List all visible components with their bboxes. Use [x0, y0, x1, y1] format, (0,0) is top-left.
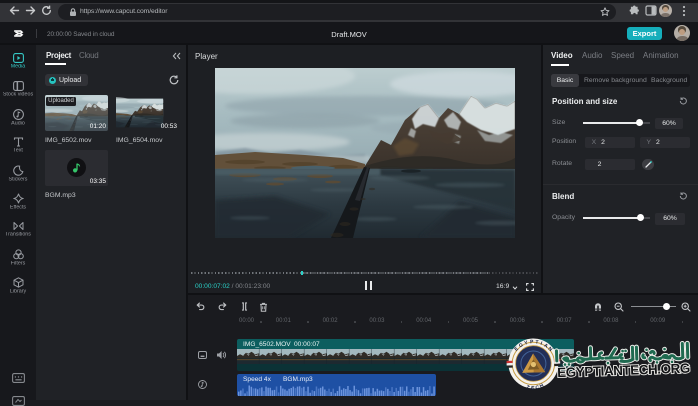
svg-text:EGYPTIANTECH.ORG: EGYPTIANTECH.ORG	[557, 361, 690, 381]
